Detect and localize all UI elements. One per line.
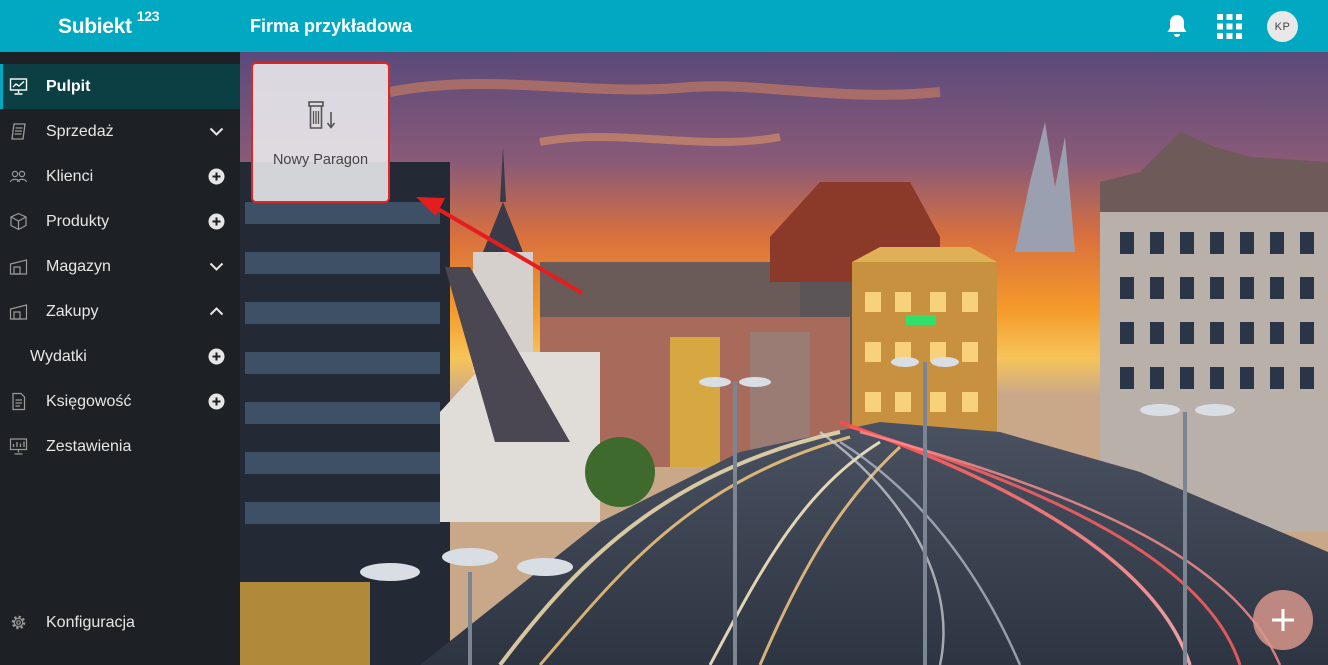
sidebar-item-ksiegowosc[interactable]: Księgowość bbox=[0, 379, 240, 424]
sidebar-item-label: Konfiguracja bbox=[46, 614, 135, 631]
new-receipt-tile[interactable]: Nowy Paragon bbox=[251, 62, 390, 203]
grid-apps-icon[interactable] bbox=[1217, 14, 1242, 39]
chevron-down-icon[interactable] bbox=[208, 258, 225, 275]
gear-icon bbox=[11, 615, 26, 630]
tile-label: Nowy Paragon bbox=[272, 152, 369, 168]
sidebar-item-label: Zestawienia bbox=[46, 438, 132, 455]
sidebar-item-label: Księgowość bbox=[46, 393, 132, 410]
sidebar-item-label: Zakupy bbox=[46, 303, 99, 320]
plus-circle-icon[interactable] bbox=[208, 168, 225, 185]
sidebar-item-klienci[interactable]: Klienci bbox=[0, 154, 240, 199]
sidebar-item-produkty[interactable]: Produkty bbox=[0, 199, 240, 244]
receipt-icon bbox=[308, 101, 336, 129]
sidebar-item-label: Sprzedaż bbox=[46, 123, 114, 140]
sidebar-item-label: Produkty bbox=[46, 213, 110, 230]
sidebar-item-label: Wydatki bbox=[30, 348, 87, 365]
bell-icon[interactable] bbox=[1165, 13, 1189, 39]
sidebar-item-wydatki[interactable]: Wydatki bbox=[0, 334, 240, 379]
chevron-down-icon[interactable] bbox=[208, 123, 225, 140]
sidebar-item-zestawienia[interactable]: Zestawienia bbox=[0, 424, 240, 469]
report-chart-icon bbox=[9, 438, 28, 455]
sidebar-item-sprzedaz[interactable]: Sprzedaż bbox=[0, 109, 240, 154]
sidebar-item-label: Pulpit bbox=[46, 78, 91, 95]
avatar[interactable]: KP bbox=[1267, 11, 1298, 42]
logo-suffix: 123 bbox=[136, 8, 160, 24]
sidebar-item-pulpit[interactable]: Pulpit bbox=[0, 64, 240, 109]
sidebar-item-label: Klienci bbox=[46, 168, 94, 185]
plus-circle-icon[interactable] bbox=[208, 393, 225, 410]
company-name[interactable]: Firma przykładowa bbox=[250, 16, 412, 37]
people-icon bbox=[9, 170, 28, 183]
sidebar: Pulpit Sprzedaż Klienci Produkty Magazyn… bbox=[0, 52, 240, 665]
sales-document-icon bbox=[11, 123, 26, 140]
plus-icon bbox=[1272, 609, 1294, 631]
chevron-up-icon[interactable] bbox=[208, 303, 225, 320]
top-bar: Subiekt 123 Firma przykładowa KP bbox=[0, 0, 1328, 52]
sidebar-item-magazyn[interactable]: Magazyn bbox=[0, 244, 240, 289]
sidebar-item-zakupy[interactable]: Zakupy bbox=[0, 289, 240, 334]
plus-circle-icon[interactable] bbox=[208, 213, 225, 230]
box-icon bbox=[10, 212, 27, 231]
plus-circle-icon[interactable] bbox=[208, 348, 225, 365]
accounting-document-icon bbox=[12, 392, 26, 411]
sidebar-item-label: Magazyn bbox=[46, 258, 111, 275]
sidebar-item-konfiguracja[interactable]: Konfiguracja bbox=[0, 600, 240, 645]
dashboard-background bbox=[240, 52, 1328, 665]
add-fab-button[interactable] bbox=[1253, 590, 1313, 650]
annotation-arrow bbox=[416, 197, 584, 295]
warehouse-icon bbox=[9, 259, 28, 275]
logo-text: Subiekt bbox=[58, 15, 132, 38]
dashboard-icon bbox=[9, 78, 28, 95]
purchase-icon bbox=[9, 304, 28, 320]
app-logo[interactable]: Subiekt 123 bbox=[58, 8, 160, 39]
